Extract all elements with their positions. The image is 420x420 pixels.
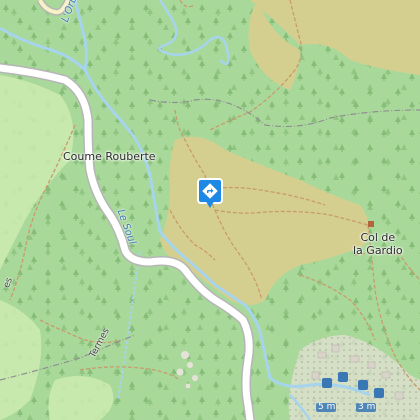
meadow-bottom <box>48 376 114 420</box>
col-pass-icon <box>368 221 374 227</box>
scale-label-a: 5 m <box>318 402 336 412</box>
location-marker[interactable] <box>197 178 223 212</box>
place-label-col-line2: la Gardio <box>353 244 403 257</box>
place-label-coume-rouberte: Coume Rouberte <box>63 150 156 163</box>
place-label-col-line1: Col de <box>360 231 396 244</box>
map-canvas[interactable]: Coume Rouberte Col de la Gardio L'Orbieu… <box>0 0 420 420</box>
place-label-col-gardio: Col de la Gardio <box>353 231 403 257</box>
directions-diamond-icon <box>202 183 218 199</box>
scale-label-b: 3 m <box>358 402 376 412</box>
